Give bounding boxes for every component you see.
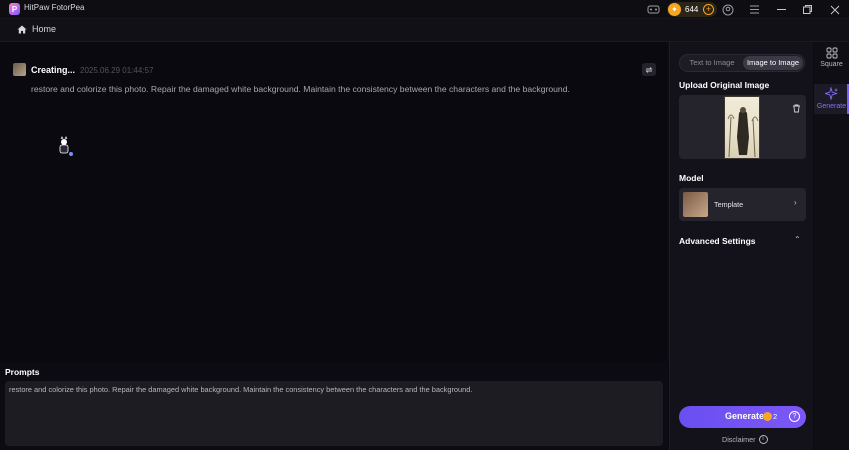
chevron-up-icon[interactable]: ⌃ [794,235,801,244]
task-status: Creating... [31,65,76,75]
upload-title: Upload Original Image [679,80,770,90]
user-icon[interactable] [720,2,735,17]
upload-dropzone[interactable] [679,95,806,159]
tab-image-to-image[interactable]: Image to Image [743,56,803,70]
restore-icon[interactable] [800,2,815,17]
prompt-textarea[interactable]: restore and colorize this photo. Repair … [5,381,663,446]
coin-balance[interactable]: ✦ 644 + [667,2,717,17]
chevron-right-icon: › [794,198,797,207]
disclaimer-link[interactable]: Disclaimer i [722,435,768,444]
info-icon: i [758,435,768,444]
mode-toggle: Text to Image Image to Image [679,54,805,72]
generate-label: Generate [725,411,765,421]
home-label: Home [32,24,57,34]
task-thumbnail [13,63,26,76]
side-rail: Square Generate [814,42,849,450]
task-timestamp: 2025.06.29 01:44:57 [80,66,154,75]
tab-text-to-image[interactable]: Text to Image [682,56,742,70]
task-area: Creating... 2025.06.29 01:44:57 restore … [0,42,667,362]
coin-icon [763,412,772,421]
rail-label-square: Square [820,61,843,68]
disclaimer-label: Disclaimer [722,435,756,444]
rail-item-generate[interactable]: Generate [814,84,849,114]
prompts-label: Prompts [5,367,40,377]
title-bar: P HitPaw FotorPea ✦ 644 + [0,0,849,19]
model-title: Model [679,173,704,183]
prompt-value: restore and colorize this photo. Repair … [9,385,473,394]
close-icon[interactable] [827,2,842,17]
minimize-icon[interactable] [774,2,789,17]
trash-icon[interactable] [792,100,801,113]
help-icon[interactable]: ? [789,411,800,422]
app-title: HitPaw FotorPea [24,3,85,12]
settings-panel: Text to Image Image to Image Upload Orig… [669,42,813,450]
app-window: P HitPaw FotorPea ✦ 644 + Home Creating.… [0,0,849,450]
home-icon [17,25,27,33]
generate-cost: 2 [773,412,778,421]
loading-mascot-icon [55,136,75,158]
rail-label-generate: Generate [816,103,847,110]
home-link[interactable]: Home [17,24,56,34]
task-prompt: restore and colorize this photo. Repair … [31,84,570,94]
nav-bar: Home [0,19,849,42]
coin-count: 644 [685,5,699,14]
sparkle-icon [823,86,838,101]
menu-icon[interactable] [747,2,762,17]
generate-button[interactable]: Generate 2 ? [679,406,806,428]
advanced-settings-title[interactable]: Advanced Settings [679,236,756,246]
app-logo: P [9,3,20,15]
uploaded-image [724,96,760,159]
coin-icon: ✦ [668,3,681,16]
refresh-icon [645,66,653,73]
model-name: Template [714,200,744,209]
gamepad-icon[interactable] [646,2,661,17]
model-thumbnail [683,192,708,217]
rail-item-square[interactable]: Square [814,46,849,76]
regenerate-button[interactable] [642,63,656,76]
square-grid-icon [826,47,837,59]
model-selector[interactable]: Template › [679,188,806,221]
add-coins-icon[interactable]: + [703,4,714,15]
